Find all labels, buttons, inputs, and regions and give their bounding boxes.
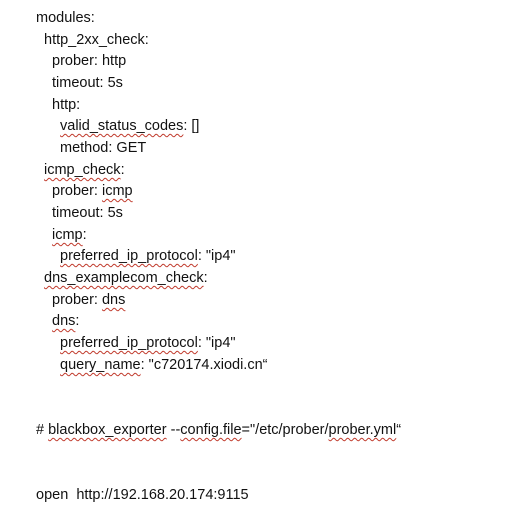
text-segment: timeout: 5s: [52, 75, 123, 91]
text-segment: :: [203, 270, 208, 286]
text-segment: ="/etc/prober/: [241, 422, 329, 438]
yaml-line-valid-status-codes: valid_status_codes: []: [60, 117, 199, 135]
text-segment: #: [36, 422, 49, 438]
text-segment: : []: [183, 118, 200, 134]
document-page: modules: http_2xx_check: prober: http ti…: [0, 0, 510, 525]
text-segment: prober: http: [52, 53, 127, 69]
text-segment: :: [120, 162, 125, 178]
yaml-line-timeout: timeout: 5s: [52, 204, 123, 222]
text-segment: :: [82, 227, 87, 243]
spellcheck-word: icmp: [101, 183, 133, 199]
spellcheck-word: dns: [52, 313, 76, 329]
text-segment: : "c720174.xiodi.cn“: [140, 357, 268, 373]
text-segment: open http://192.168.20.174:9115: [36, 487, 249, 503]
spellcheck-word: valid_status_codes: [60, 118, 184, 134]
yaml-line-prober-dns: prober: dns: [52, 291, 125, 309]
yaml-line-prober-http: prober: http: [52, 52, 126, 70]
spellcheck-word: prober.yml: [328, 422, 397, 438]
yaml-line-dns-examplecom-check: dns_examplecom_check:: [44, 269, 208, 287]
text-segment: :: [75, 313, 80, 329]
text-segment: : "ip4": [197, 248, 236, 264]
yaml-line-http: http:: [52, 96, 80, 114]
text-segment: modules:: [36, 10, 95, 26]
spellcheck-word: config.file: [180, 422, 242, 438]
yaml-line-method: method: GET: [60, 139, 146, 157]
yaml-line-preferred-ip-protocol: preferred_ip_protocol: "ip4": [60, 247, 236, 265]
spellcheck-word: dns_examplecom_check: [44, 270, 204, 286]
yaml-line-dns: dns:: [52, 312, 79, 330]
yaml-line-preferred-ip-protocol: preferred_ip_protocol: "ip4": [60, 334, 236, 352]
text-segment: “: [396, 422, 402, 438]
yaml-line-modules: modules:: [36, 9, 95, 27]
yaml-line-http-2xx-check: http_2xx_check:: [44, 31, 149, 49]
yaml-line-icmp-check: icmp_check:: [44, 161, 125, 179]
text-segment: prober:: [52, 183, 102, 199]
text-segment: method: GET: [60, 140, 147, 156]
spellcheck-word: blackbox_exporter: [48, 422, 167, 438]
text-segment: http_2xx_check:: [44, 32, 149, 48]
spellcheck-word: query_name: [60, 357, 141, 373]
spellcheck-word: preferred_ip_protocol: [60, 248, 198, 264]
yaml-line-timeout: timeout: 5s: [52, 74, 123, 92]
text-segment: : "ip4": [197, 335, 236, 351]
open-url-line: open http://192.168.20.174:9115: [36, 486, 249, 504]
text-segment: timeout: 5s: [52, 205, 123, 221]
command-line: # blackbox_exporter --config.file="/etc/…: [36, 421, 401, 439]
yaml-line-icmp: icmp:: [52, 226, 87, 244]
spellcheck-word: preferred_ip_protocol: [60, 335, 198, 351]
spellcheck-word: icmp: [52, 227, 83, 243]
text-segment: prober:: [52, 292, 102, 308]
text-segment: --: [166, 422, 181, 438]
spellcheck-word: icmp_check: [44, 162, 121, 178]
spellcheck-word: dns: [101, 292, 126, 308]
yaml-line-query-name: query_name: "c720174.xiodi.cn“: [60, 356, 267, 374]
text-segment: http:: [52, 97, 81, 113]
yaml-line-prober-icmp: prober: icmp: [52, 182, 133, 200]
